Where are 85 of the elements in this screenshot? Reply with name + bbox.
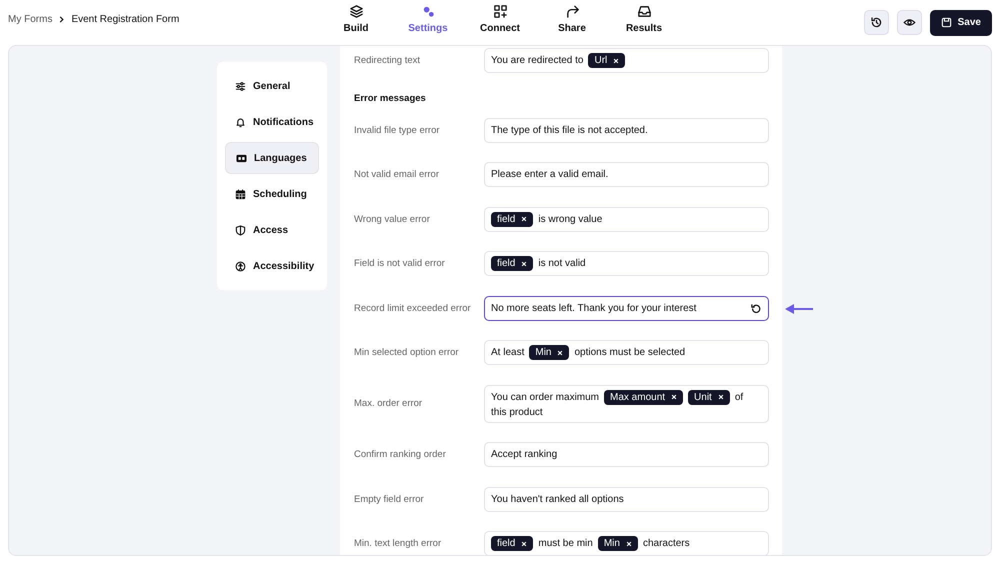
variable-tag[interactable]: Min [598,536,638,551]
message-text: No more seats left. Thank you for your interest [491,302,696,314]
history-button[interactable] [864,10,889,35]
chevron-right-icon [58,16,66,23]
variable-tag[interactable]: Min [529,345,570,360]
bell-icon [235,116,246,128]
sidebar-item[interactable]: Notifications [225,106,319,138]
remove-icon[interactable] [521,260,528,266]
message-text: Accept ranking [491,449,558,460]
section-heading: Error messages [354,92,427,104]
variable-tag[interactable]: field [491,256,534,271]
share-arrow-icon [564,4,580,19]
message-text: Please enter a valid email. [491,169,608,180]
message-text: is not valid [538,258,586,269]
remove-icon[interactable] [718,394,724,400]
remove-icon[interactable] [557,350,564,356]
variable-tag[interactable]: Max amount [604,390,684,404]
message-field[interactable]: At least Min options must be selected [484,340,769,365]
message-text: this product [491,406,543,418]
nav-tab[interactable]: Settings [392,4,464,34]
shield-icon [235,224,246,236]
nav-tab[interactable]: Share [536,4,608,34]
message-text: is wrong value [538,214,602,224]
save-button[interactable]: Save [930,10,992,36]
remove-icon[interactable] [613,58,620,64]
sidebar-item[interactable]: Languages [225,142,319,174]
message-field[interactable]: field is not valid [484,251,769,276]
field-label: Not valid email error [354,169,440,180]
remove-icon[interactable] [626,540,632,546]
breadcrumb-link[interactable]: My Forms [8,14,52,25]
message-field[interactable]: field is wrong value [484,206,769,232]
pointer-arrow-icon [784,302,814,314]
message-field[interactable]: field must be min Min characters [484,531,769,555]
field-label: Min. text length error [354,538,442,549]
variable-tag[interactable]: field [491,212,534,226]
message-field[interactable]: You haven't ranked all options [484,486,769,512]
message-text: options must be selected [574,347,686,358]
calendar-icon [235,188,246,200]
save-icon [940,17,952,28]
nav-tab[interactable]: Connect [464,4,536,34]
sidebar-item[interactable]: Accessibility [225,250,319,282]
message-text: characters [642,538,690,549]
message-text: You can order maximum [491,392,600,402]
message-field[interactable]: The type of this file is not accepted. [484,118,769,142]
field-label: Confirm ranking order [354,449,447,460]
field-label: Wrong value error [354,214,431,224]
field-label: Invalid file type error [354,124,441,136]
sidebar-item[interactable]: Access [225,214,319,246]
sidebar-item[interactable]: General [225,70,319,102]
sidebar-item[interactable]: Scheduling [225,178,319,210]
form-title: Event Registration Form [71,14,180,25]
reset-icon[interactable] [750,302,762,314]
history-icon [870,16,883,29]
variable-tag[interactable]: field [491,536,534,551]
message-text: must be min [538,538,593,549]
field-label: Field is not valid error [354,258,446,269]
remove-icon[interactable] [671,394,678,400]
message-field[interactable]: You can order maximum Max amount Unit of this product [484,384,769,422]
sliders-icon [235,80,246,92]
message-text: of [734,392,744,402]
preview-button[interactable] [896,10,922,35]
nav-tab[interactable]: Results [608,4,680,34]
inbox-icon [636,4,652,19]
nav-tab[interactable]: Build [320,4,392,34]
message-text: The type of this file is not accepted. [491,124,648,136]
field-label: Empty field error [354,494,425,504]
message-field[interactable]: Please enter a valid email. [484,162,769,187]
grid-plus-icon [492,4,508,19]
field-label: Record limit exceeded error [354,302,472,314]
field-label: Redirecting text [354,55,422,66]
message-text: At least [491,347,524,358]
message-text: You are redirected to [491,55,584,66]
layers-icon [348,4,364,19]
message-field[interactable]: You are redirected to Url [484,48,769,73]
field-label: Max. order error [354,398,424,409]
person-circle-icon [235,260,246,272]
message-field[interactable]: Accept ranking [484,442,769,467]
card-icon [236,152,247,164]
field-label: Min selected option error [354,347,460,358]
remove-icon[interactable] [521,216,528,222]
message-text: You haven't ranked all options [491,494,624,504]
variable-tag[interactable]: Unit [688,390,730,404]
remove-icon[interactable] [521,540,528,546]
message-field[interactable]: No more seats left. Thank you for your interest [484,296,769,320]
variable-tag[interactable]: Url [588,53,626,68]
